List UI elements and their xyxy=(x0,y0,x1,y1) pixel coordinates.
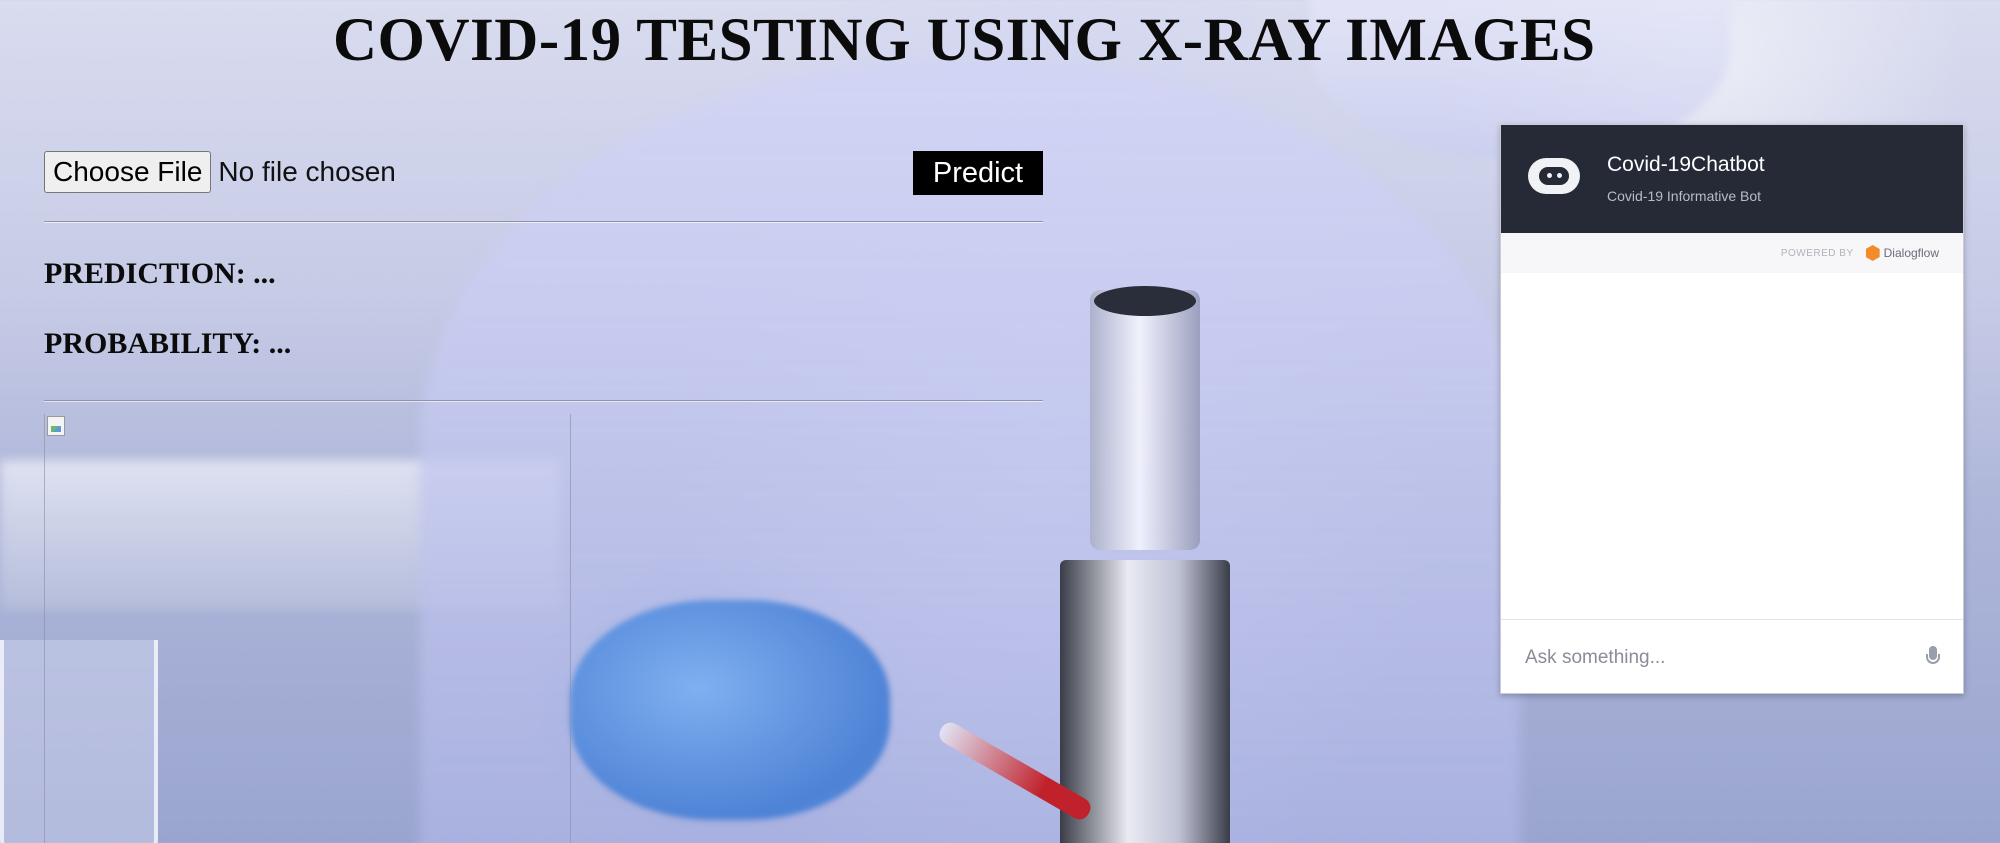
probability-result: PROBABILITY: ... xyxy=(44,327,292,360)
background-microscope-cap xyxy=(1094,286,1196,316)
chat-message-area xyxy=(1501,273,1963,613)
dialogflow-logo-icon xyxy=(1865,245,1880,261)
chatbot-subtitle: Covid-19 Informative Bot xyxy=(1607,188,1762,204)
chat-input-row xyxy=(1501,619,1963,693)
dialogflow-label[interactable]: Dialogflow xyxy=(1884,246,1939,260)
file-status-text: No file chosen xyxy=(218,156,396,187)
prediction-result: PREDICTION: ... xyxy=(44,257,276,290)
predict-button[interactable]: Predict xyxy=(913,151,1043,195)
powered-by-row: POWERED BY Dialogflow xyxy=(1501,233,1963,273)
powered-by-label: POWERED BY xyxy=(1780,247,1854,259)
robot-icon xyxy=(1528,158,1580,194)
chatbot-panel: Covid-19Chatbot Covid-19 Informative Bot… xyxy=(1500,124,1964,694)
broken-image-icon xyxy=(47,416,65,436)
background-glove xyxy=(570,600,890,820)
page-title: COVID-19 TESTING USING X-RAY IMAGES xyxy=(333,7,1596,74)
choose-file-button[interactable]: Choose File xyxy=(44,151,212,193)
chatbot-header: Covid-19Chatbot Covid-19 Informative Bot xyxy=(1501,125,1963,233)
xray-image-preview xyxy=(44,414,571,843)
microphone-icon[interactable] xyxy=(1925,646,1941,670)
chat-input[interactable] xyxy=(1523,640,1887,676)
chatbot-title: Covid-19Chatbot xyxy=(1607,153,1765,176)
divider-top xyxy=(44,221,1043,223)
background-microscope-tube xyxy=(1090,290,1200,550)
divider-bottom xyxy=(44,400,1043,402)
file-upload-row: Choose File No file chosen xyxy=(44,151,396,193)
